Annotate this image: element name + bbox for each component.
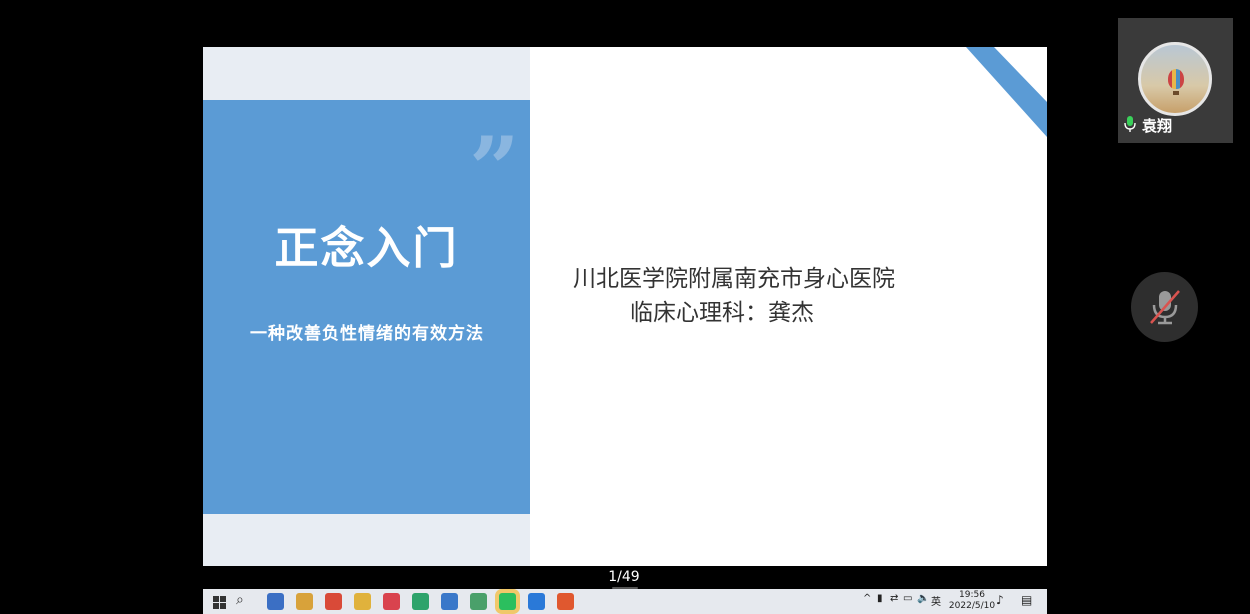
input-method-icon[interactable]: ♪ — [996, 593, 1004, 607]
folder-icon[interactable] — [296, 593, 313, 610]
explorer-icon[interactable] — [354, 593, 371, 610]
volume-icon[interactable]: 🔈 — [917, 593, 929, 604]
author-institution: 川北医学院附属南充市身心医院 — [573, 266, 895, 292]
avatar — [1138, 42, 1212, 116]
input-language[interactable]: 英 — [931, 593, 941, 608]
browser-icon[interactable] — [441, 593, 458, 610]
author-department: 临床心理科：龚杰 — [630, 300, 814, 326]
search-icon[interactable]: ⌕ — [236, 592, 253, 609]
windows-start-icon[interactable] — [211, 593, 228, 610]
mic-muted-icon — [1150, 290, 1180, 325]
participant-name: 袁翔 — [1142, 117, 1173, 135]
corner-band — [966, 47, 1047, 137]
slide-title: 正念入门 — [274, 223, 459, 274]
notification-icon[interactable]: ▤ — [1021, 593, 1032, 607]
battery-icon[interactable]: ▮ — [877, 593, 883, 604]
wps-sheet-icon[interactable] — [412, 593, 429, 610]
clock-time: 19:56 — [959, 590, 985, 600]
display-icon[interactable]: ▭ — [903, 593, 912, 604]
wps-ppt-icon[interactable] — [557, 593, 574, 610]
mute-toggle-button[interactable] — [1131, 272, 1198, 342]
presentation-slide: ” 正念入门 一种改善负性情绪的有效方法 川北医学院附属南充市身心医院 临床心理… — [203, 47, 1047, 566]
photos-icon[interactable] — [470, 593, 487, 610]
word-icon[interactable] — [267, 593, 284, 610]
meeting-icon[interactable] — [528, 593, 545, 610]
author-info: 川北医学院附属南充市身心医院 临床心理科：龚杰 — [573, 262, 895, 330]
participant-tile[interactable]: 袁翔 — [1118, 18, 1233, 143]
tray-chevron-icon[interactable]: ^ — [863, 593, 871, 604]
balloon-icon — [1168, 69, 1184, 89]
network-icon[interactable]: ⇄ — [890, 593, 898, 604]
quote-mark: ” — [469, 117, 520, 221]
page-indicator: 1/49 — [608, 569, 640, 585]
clock-date: 2022/5/10 — [948, 601, 996, 611]
system-clock[interactable]: 19:56 2022/5/10 — [947, 590, 997, 612]
mic-active-icon — [1124, 116, 1136, 132]
pdf-icon[interactable] — [383, 593, 400, 610]
chrome-icon[interactable] — [325, 593, 342, 610]
slide-subtitle: 一种改善负性情绪的有效方法 — [250, 324, 484, 344]
wechat-icon[interactable] — [499, 593, 516, 610]
windows-taskbar: ⌕ ^ ▮ ⇄ ▭ 🔈 英 19:56 2022/5/10 ♪ ▤ — [203, 589, 1047, 614]
